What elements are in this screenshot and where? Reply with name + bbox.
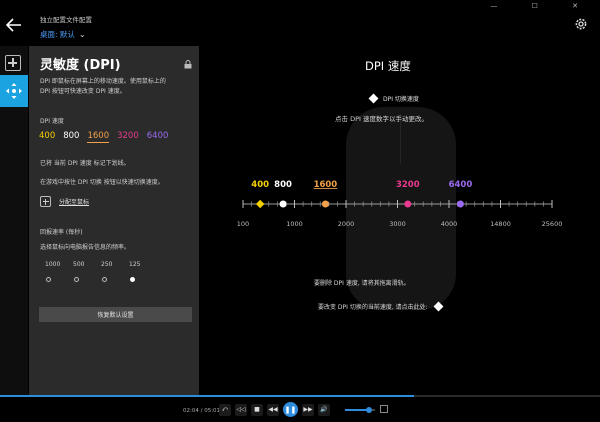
stop-icon[interactable]: ■: [251, 403, 263, 416]
report-rate-radio-500[interactable]: [74, 277, 79, 282]
move-icon[interactable]: [0, 75, 28, 107]
dpi-speed-title: DPI 速度: [365, 59, 411, 73]
panel-description: DPI 即鼠标在屏幕上的移动速度。使用鼠标上的 DPI 按钮可快速改变 DPI …: [40, 77, 190, 97]
media-controls: 02:04 / 05:01 ⤺ ◁◁ ■ ◀◀ ❚❚ ▶▶ 🔊: [0, 397, 600, 422]
dpi-marker-label-3200[interactable]: 3200: [396, 180, 420, 190]
dpi-value-800[interactable]: 800: [63, 131, 79, 143]
dpi-values-row: 400 800 1600 3200 6400: [39, 131, 168, 143]
dpi-value-6400[interactable]: 6400: [147, 131, 169, 143]
report-rate-radio-125[interactable]: [130, 277, 135, 282]
rewind-start-icon[interactable]: ◁◁: [235, 403, 247, 416]
back-arrow-icon[interactable]: [6, 18, 22, 32]
add-icon[interactable]: [5, 55, 21, 71]
panel-description-line: DPI 按钮可快速改变 DPI 速度。: [40, 88, 126, 95]
report-rate-radio-250[interactable]: [102, 277, 107, 282]
report-rate-label-250: 250: [101, 261, 113, 268]
fullscreen-icon[interactable]: [380, 405, 388, 413]
plus-icon: [40, 196, 51, 207]
assign-to-mouse-button[interactable]: 分配至鼠标: [40, 196, 89, 207]
fast-forward-icon[interactable]: ▶▶: [302, 403, 314, 416]
dpi-slider[interactable]: 100 1000 2000 3000 4000 14800 25600 400 800 1600 3…: [225, 170, 570, 235]
profile-title: 独立配置文件配置: [40, 16, 92, 24]
rewind-icon[interactable]: ◀◀: [267, 403, 279, 416]
diamond-icon: [368, 93, 379, 104]
dpi-marker-400[interactable]: [255, 199, 265, 209]
chevron-down-icon: ⌄: [78, 30, 86, 39]
report-rate-label-1000: 1000: [45, 261, 61, 268]
volume-slider[interactable]: [345, 407, 375, 413]
dpi-marker-800[interactable]: [279, 200, 287, 208]
left-icon-strip: [0, 46, 28, 396]
report-rate-label-125: 125: [129, 261, 141, 268]
media-buttons: ⤺ ◁◁ ■ ◀◀ ❚❚ ▶▶ 🔊: [219, 402, 330, 417]
lock-icon[interactable]: [184, 60, 192, 69]
report-rate-options: 1000 500 250 125: [45, 261, 157, 268]
dpi-marker-6400[interactable]: [456, 200, 464, 208]
dpi-marker-label-400[interactable]: 400: [251, 180, 269, 190]
dpi-shift-legend: DPI 切换速度: [368, 93, 419, 104]
profile-selector-label: 桌面: 默认: [40, 30, 75, 39]
playback-time: 02:04 / 05:01: [183, 408, 221, 414]
dpi-note-current: 已将 当前 DPI 速度 标记下划线。: [40, 160, 130, 167]
slider-tick-label: 1000: [286, 220, 303, 228]
pause-icon[interactable]: ❚❚: [283, 402, 298, 417]
assign-to-mouse-label: 分配至鼠标: [59, 199, 90, 206]
slider-tick-label: 3000: [389, 220, 406, 228]
dpi-marker-label-6400[interactable]: 6400: [449, 180, 473, 190]
slider-tick-label: 2000: [338, 220, 355, 228]
slider-tick-label: 4000: [441, 220, 458, 228]
delete-hint: 要删除 DPI 速度, 请将其拖离滑轨。: [314, 280, 410, 287]
panel-description-line: DPI 即鼠标在屏幕上的移动速度。使用鼠标上的: [40, 78, 166, 85]
dpi-value-1600[interactable]: 1600: [87, 131, 110, 143]
window-controls[interactable]: — ☐ ✕: [490, 2, 594, 10]
slider-tick-label: 100: [237, 220, 249, 228]
report-rate-label-500: 500: [73, 261, 85, 268]
shift-hint-label: 要改变 DPI 切换的当前速度, 请点击此处:: [318, 304, 428, 311]
volume-icon[interactable]: 🔊: [318, 403, 330, 416]
edit-hint: 点击 DPI 速度数字以手动更改。: [335, 115, 428, 123]
replay-icon[interactable]: ⤺: [219, 403, 231, 416]
volume-knob[interactable]: [366, 407, 372, 413]
panel-title: 灵敏度 (DPI): [40, 58, 121, 73]
slider-tick-label: 25600: [542, 220, 563, 228]
dpi-value-3200[interactable]: 3200: [117, 131, 139, 143]
dpi-shift-diamond-button[interactable]: [433, 301, 444, 312]
crosshair-icon: [6, 83, 22, 99]
report-rate-label: 回报速率 (毎秒): [40, 229, 83, 236]
mouse-button-divider: [400, 116, 401, 164]
report-rate-radios: [46, 277, 158, 282]
title-bar: 独立配置文件配置 桌面: 默认 ⌄ — ☐ ✕: [0, 0, 600, 46]
shift-hint: 要改变 DPI 切换的当前速度, 请点击此处:: [318, 301, 444, 312]
profile-selector[interactable]: 桌面: 默认 ⌄: [40, 29, 86, 40]
dpi-marker-label-1600[interactable]: 1600: [314, 180, 338, 190]
sensitivity-panel: 灵敏度 (DPI) DPI 即鼠标在屏幕上的移动速度。使用鼠标上的 DPI 按钮…: [29, 46, 199, 395]
dpi-speed-label: DPI 速度: [40, 118, 64, 125]
dpi-value-400[interactable]: 400: [39, 131, 55, 143]
dpi-marker-1600[interactable]: [321, 200, 329, 208]
report-rate-radio-1000[interactable]: [46, 277, 51, 282]
dpi-note-shift: 在游戏中按住 DPI 切换 按钮以快速切换速度。: [40, 179, 164, 186]
gear-icon[interactable]: [574, 17, 588, 31]
dpi-marker-3200[interactable]: [404, 200, 412, 208]
dpi-marker-label-800[interactable]: 800: [274, 180, 292, 190]
report-rate-description: 选择鼠标向电脑报告信息的频率。: [40, 244, 131, 251]
dpi-shift-legend-label: DPI 切换速度: [383, 96, 419, 103]
slider-tick-label: 14800: [490, 220, 511, 228]
reset-defaults-button[interactable]: 恢复默认设置: [39, 307, 192, 322]
